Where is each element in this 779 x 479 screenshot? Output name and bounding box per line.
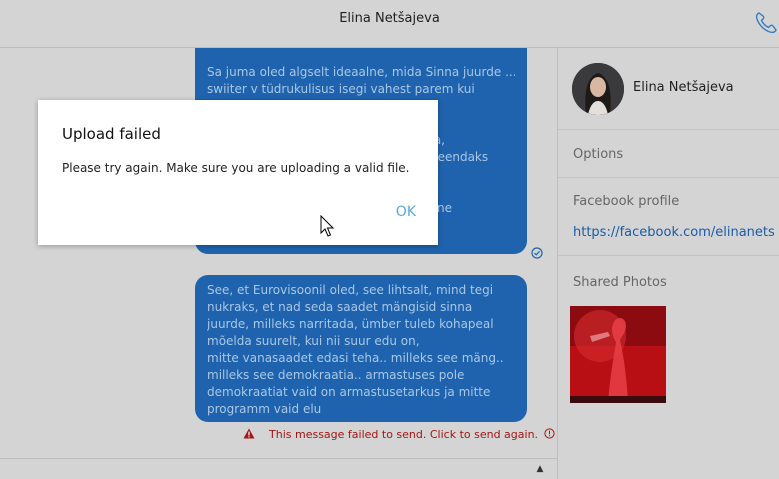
message-bubble[interactable]: See, et Eurovisoonil oled, see lihtsalt,… bbox=[195, 275, 527, 422]
message-line: mõelda suurelt, kui nii suur edu on, bbox=[207, 334, 420, 348]
scroll-up-arrow-icon[interactable]: ▲ bbox=[532, 461, 548, 477]
contact-profile: Elina Netšajeva bbox=[558, 48, 779, 130]
ok-button[interactable]: OK bbox=[396, 204, 416, 220]
options-label[interactable]: Options bbox=[573, 147, 623, 162]
send-failed-notice[interactable]: This message failed to send. Click to se… bbox=[243, 428, 555, 441]
message-line: nukraks, et nad seda saadet mängisid sin… bbox=[207, 300, 473, 314]
message-composer[interactable]: ▲ bbox=[0, 458, 557, 479]
contact-sidebar: Elina Netšajeva Options Facebook profile… bbox=[557, 48, 779, 479]
exclamation-circle-icon[interactable] bbox=[543, 428, 555, 439]
shared-photo-thumbnail[interactable] bbox=[570, 306, 666, 403]
warning-icon bbox=[243, 428, 255, 439]
message-line: demokraatiat vaid on armastusetarkus ja … bbox=[207, 385, 491, 399]
dialog-message: Please try again. Make sure you are uplo… bbox=[62, 161, 410, 175]
seen-check-icon bbox=[531, 247, 543, 259]
message-line: mitte vanasaadet edasi teha.. milleks se… bbox=[207, 351, 504, 365]
message-line: Sa juma oled algselt ideaalne, mida Sinn… bbox=[207, 65, 515, 79]
facebook-profile-section: Facebook profile https://facebook.com/el… bbox=[558, 178, 779, 256]
send-failed-text[interactable]: This message failed to send. Click to se… bbox=[269, 428, 538, 441]
message-line: juurde, milleks narritada, ümber tuleb k… bbox=[207, 317, 494, 331]
mouse-cursor-icon bbox=[320, 215, 334, 237]
message-line: programm vaid elu bbox=[207, 402, 322, 416]
avatar[interactable] bbox=[572, 63, 624, 115]
chat-header: Elina Netšajeva bbox=[0, 0, 779, 48]
message-line: milleks see demokraatia.. armastuses pol… bbox=[207, 368, 465, 382]
contact-name-title: Elina Netšajeva bbox=[339, 11, 440, 26]
upload-failed-dialog: Upload failed Please try again. Make sur… bbox=[38, 100, 438, 245]
facebook-profile-link[interactable]: https://facebook.com/elinanets bbox=[573, 225, 775, 240]
contact-name: Elina Netšajeva bbox=[633, 80, 734, 95]
shared-photos-section: Shared Photos bbox=[558, 256, 779, 479]
facebook-profile-label: Facebook profile bbox=[573, 194, 680, 209]
dialog-title: Upload failed bbox=[62, 125, 161, 143]
shared-photos-label: Shared Photos bbox=[573, 275, 667, 290]
message-line: swiiter v tüdrukulisus isegi vahest pare… bbox=[207, 82, 475, 96]
message-line: See, et Eurovisoonil oled, see lihtsalt,… bbox=[207, 283, 494, 297]
phone-icon[interactable] bbox=[753, 10, 779, 36]
options-section[interactable]: Options bbox=[558, 130, 779, 178]
